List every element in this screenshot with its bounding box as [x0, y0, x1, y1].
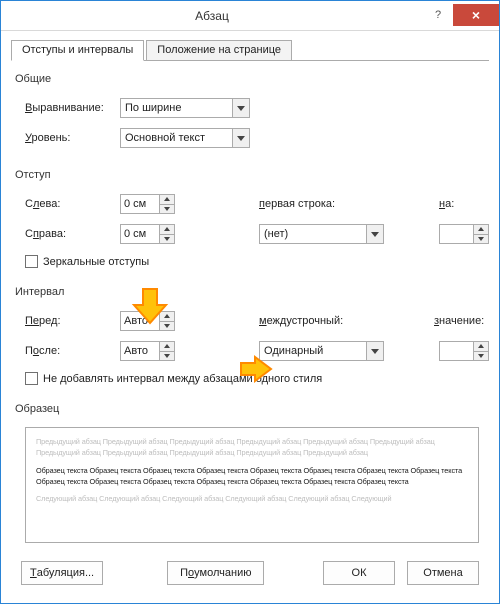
tab-row: Отступы и интервалы Положение на страниц… [11, 39, 489, 61]
chevron-down-icon[interactable] [366, 225, 383, 243]
window-title: Абзац [1, 9, 423, 23]
indent-left-spin[interactable]: 0 см [120, 194, 175, 214]
titlebar: Абзац ? × [1, 1, 499, 31]
checkbox-icon [25, 372, 38, 385]
chevron-down-icon[interactable] [232, 99, 249, 117]
before-spin[interactable]: Авто [120, 311, 175, 331]
help-button[interactable]: ? [423, 4, 453, 26]
tab-position[interactable]: Положение на странице [146, 40, 292, 61]
indent-right-spin[interactable]: 0 см [120, 224, 175, 244]
spin-down-icon[interactable] [160, 204, 174, 214]
spin-up-icon[interactable] [160, 195, 174, 204]
alignment-combo[interactable]: По ширине [120, 98, 250, 118]
after-spin[interactable]: Авто [120, 341, 175, 361]
spin-down-icon[interactable] [160, 234, 174, 244]
nospace-checkbox[interactable]: Не добавлять интервал между абзацами одн… [25, 372, 489, 385]
defaults-button[interactable]: По умолчанию [167, 561, 264, 585]
group-sample: Образец [15, 403, 489, 415]
spin-up-icon[interactable] [160, 312, 174, 321]
at-label: значение: [434, 315, 489, 327]
indent-by-spin[interactable] [439, 224, 489, 244]
level-combo[interactable]: Основной текст [120, 128, 250, 148]
spin-down-icon[interactable] [160, 321, 174, 331]
tab-indents[interactable]: Отступы и интервалы [11, 40, 144, 61]
after-label: После: [25, 345, 120, 357]
at-spin[interactable] [439, 341, 489, 361]
close-button[interactable]: × [453, 4, 499, 26]
spin-up-icon[interactable] [160, 342, 174, 351]
spin-down-icon[interactable] [160, 351, 174, 361]
alignment-label: Выравнивание: [25, 102, 120, 114]
indent-right-label: Справа: [25, 228, 120, 240]
chevron-down-icon[interactable] [232, 129, 249, 147]
line-spacing-label: междустрочный: [259, 315, 369, 327]
checkbox-icon [25, 255, 38, 268]
spin-up-icon[interactable] [160, 225, 174, 234]
mirror-checkbox[interactable]: Зеркальные отступы [25, 255, 489, 268]
line-spacing-combo[interactable]: Одинарный [259, 341, 384, 361]
cancel-button[interactable]: Отмена [407, 561, 479, 585]
before-label: Перед: [25, 315, 120, 327]
sample-preview: Предыдущий абзац Предыдущий абзац Предыд… [25, 427, 479, 543]
tabs-button[interactable]: Табуляция... [21, 561, 103, 585]
spin-down-icon[interactable] [474, 234, 488, 244]
first-line-combo[interactable]: (нет) [259, 224, 384, 244]
chevron-down-icon[interactable] [366, 342, 383, 360]
group-spacing: Интервал [15, 286, 489, 298]
indent-left-label: ССлева: [25, 198, 120, 210]
group-indent: Отступ [15, 169, 489, 181]
ok-button[interactable]: ОК [323, 561, 395, 585]
level-label: Уровень: [25, 132, 120, 144]
spin-up-icon[interactable] [474, 342, 488, 351]
spin-up-icon[interactable] [474, 225, 488, 234]
spin-down-icon[interactable] [474, 351, 488, 361]
indent-by-label: на: [439, 198, 489, 210]
group-general: Общие [15, 73, 489, 85]
first-line-label: первая строка: [259, 198, 369, 210]
